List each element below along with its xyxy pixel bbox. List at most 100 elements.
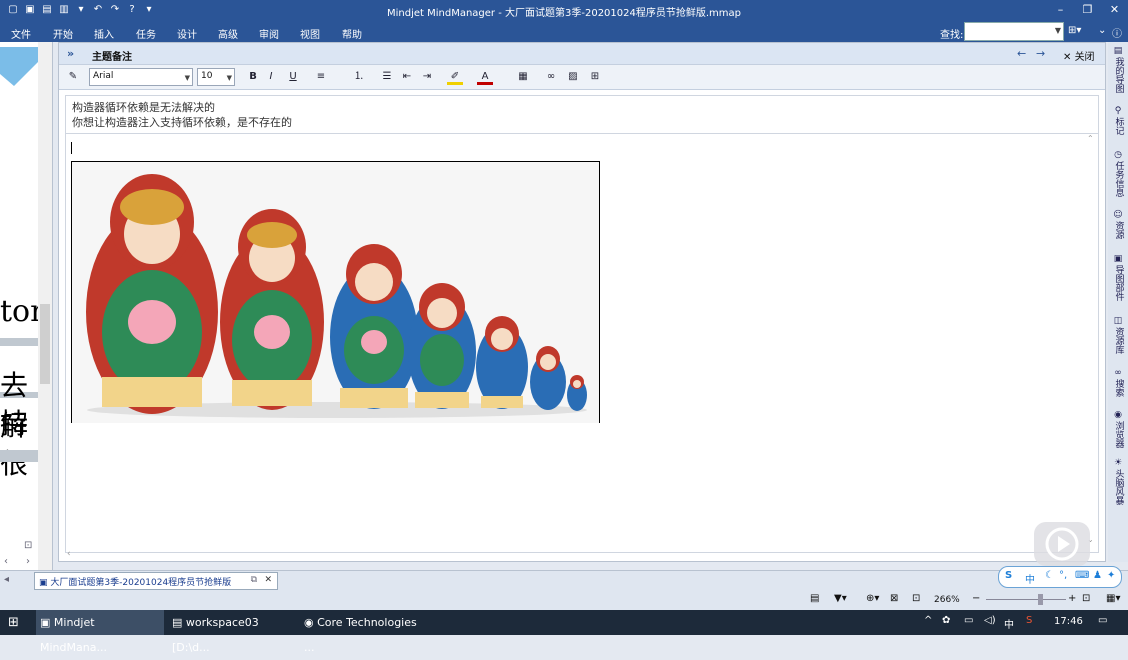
table-icon[interactable]: ▦	[515, 69, 531, 85]
highlight-icon[interactable]: ✐	[447, 69, 463, 85]
menu-review[interactable]: 审阅	[259, 26, 279, 41]
sidebar-markers[interactable]: ⚲ 标记	[1110, 106, 1126, 146]
minimize-icon[interactable]: –	[1047, 0, 1074, 21]
punctuation-icon[interactable]: °,	[1059, 570, 1067, 581]
zoom-level: 266%	[934, 595, 960, 605]
close-icon[interactable]: ✕	[264, 575, 272, 585]
ribbon-collapse-icon[interactable]: ⌄	[1098, 25, 1106, 36]
outdent-icon[interactable]: ⇤	[399, 69, 415, 85]
notes-editor[interactable]: 构造器循环依赖是无法解决的 你想让构造器注入支持循环依赖，是不存在的 ⌃ ⌄	[65, 95, 1099, 553]
underline-icon[interactable]: U	[285, 69, 301, 85]
scroll-left-icon[interactable]: ‹	[67, 549, 71, 559]
user-icon[interactable]: ♟	[1093, 570, 1102, 581]
matryoshka-image[interactable]	[71, 161, 600, 423]
page-icon[interactable]: ▤	[810, 593, 819, 604]
zoom-out-icon[interactable]: −	[972, 593, 980, 604]
scroll-right-icon[interactable]: ›	[26, 556, 30, 567]
task-pane-sidebar: ▤ 我的导图 ⚲ 标记 ◷ 任务信息 ☺ 资源 ▣ 导图部件 ◫ 资源库 ∞ 搜索 ◉ 浏览器 …	[1108, 42, 1128, 562]
document-tab[interactable]: ▣ 大厂面试题第3季-20201024程序员节抢鲜版 ⧉ ✕	[34, 572, 278, 590]
menu-help[interactable]: 帮助	[342, 26, 362, 41]
search-input[interactable]: ▼	[964, 22, 1064, 41]
align-icon[interactable]: ≡	[313, 69, 329, 85]
menu-file[interactable]: 文件	[11, 26, 31, 41]
menu-view[interactable]: 视图	[300, 26, 320, 41]
search-options-icon[interactable]: ⊞▾	[1068, 25, 1081, 36]
tray-app-icon[interactable]: ✿	[942, 615, 950, 626]
focus-icon[interactable]: ⊕▾	[866, 593, 879, 604]
taskbar-app-mindjet[interactable]: ▣ Mindjet MindMana...	[36, 610, 164, 654]
keyboard-icon[interactable]: ⌨	[1075, 570, 1089, 581]
view-icon[interactable]: ⊡	[912, 593, 920, 604]
ime-indicator[interactable]: 中	[1004, 616, 1014, 631]
sidebar-search[interactable]: ∞ 搜索	[1110, 368, 1126, 408]
zoom-slider[interactable]	[986, 599, 1066, 600]
insert-object-icon[interactable]: ⊞	[587, 69, 603, 85]
indent-icon[interactable]: ⇥	[419, 69, 435, 85]
windows-start-icon[interactable]: ⊞	[8, 615, 19, 630]
collapse-icon[interactable]: ⊡	[24, 540, 32, 551]
sidebar-task-info[interactable]: ◷ 任务信息	[1110, 150, 1126, 206]
menu-home[interactable]: 开始	[53, 26, 73, 41]
tray-up-icon[interactable]: ^	[924, 615, 932, 626]
bold-icon[interactable]: B	[245, 69, 261, 85]
scroll-left-icon[interactable]: ‹	[4, 556, 8, 567]
image-icon[interactable]: ▨	[565, 69, 581, 85]
scroll-thumb[interactable]	[40, 304, 50, 384]
menu-design[interactable]: 设计	[177, 26, 197, 41]
forward-arrow-icon[interactable]: →	[1036, 47, 1045, 60]
font-size-select[interactable]: 10 ▼	[197, 68, 235, 86]
restore-icon[interactable]: ❐	[1074, 0, 1101, 21]
sogou-tray-icon[interactable]: S	[1026, 615, 1032, 626]
expand-icon[interactable]: »	[67, 47, 74, 60]
moon-icon[interactable]: ☾	[1045, 570, 1054, 581]
filter-icon[interactable]: ▼▾	[834, 593, 847, 604]
italic-icon[interactable]: I	[263, 69, 279, 85]
video-play-overlay[interactable]	[1034, 522, 1090, 566]
float-icon[interactable]: ⧉	[251, 575, 257, 585]
sidebar-browser[interactable]: ◉ 浏览器	[1110, 410, 1126, 456]
tab-scroll-left-icon[interactable]: ◂	[4, 574, 9, 585]
sidebar-my-maps[interactable]: ▤ 我的导图	[1110, 46, 1126, 100]
network-icon[interactable]: ▭	[964, 615, 973, 626]
numbered-list-icon[interactable]: ⒈	[351, 69, 367, 85]
zoom-slider-thumb[interactable]	[1038, 594, 1043, 605]
sidebar-resources[interactable]: ☺ 资源	[1110, 210, 1126, 250]
sidebar-map-parts[interactable]: ▣ 导图部件	[1110, 254, 1126, 314]
layout-icon[interactable]: ▦▾	[1106, 593, 1120, 604]
sidebar-brainstorm[interactable]: ☀ 头脑风暴	[1110, 458, 1126, 514]
format-painter-icon[interactable]: ✎	[65, 69, 81, 85]
sogou-icon[interactable]: S	[1005, 570, 1012, 581]
taskbar-app-workspace[interactable]: ▤ workspace03 [D:\d...	[168, 610, 296, 654]
menu-advanced[interactable]: 高级	[218, 26, 238, 41]
tools-icon[interactable]: ✦	[1107, 570, 1115, 581]
notification-icon[interactable]: ▭	[1098, 615, 1107, 626]
sidebar-label: 导图部件	[1113, 265, 1124, 301]
zoom-in-icon[interactable]: +	[1068, 593, 1076, 604]
help-circle-icon[interactable]: ⓘ	[1112, 25, 1122, 40]
taskbar-app-chrome[interactable]: ◉ Core Technologies ...	[300, 610, 428, 654]
close-notes-button[interactable]: ✕ 关闭	[1063, 48, 1095, 63]
editor-scrollbar[interactable]: ⌃ ⌄	[1086, 134, 1098, 544]
ime-mode[interactable]: 中	[1025, 571, 1035, 586]
volume-icon[interactable]: ◁)	[984, 615, 996, 626]
sidebar-library[interactable]: ◫ 资源库	[1110, 316, 1126, 366]
chevron-down-icon[interactable]: ▼	[1055, 26, 1061, 35]
fit-page-icon[interactable]: ⊡	[1082, 593, 1090, 604]
chevron-down-icon: ▼	[184, 74, 190, 82]
sidebar-label: 搜索	[1113, 379, 1124, 397]
font-family-select[interactable]: Arial ▼	[89, 68, 193, 86]
menu-insert[interactable]: 插入	[94, 26, 114, 41]
bullet-list-icon[interactable]: ☰	[379, 69, 395, 85]
link-icon[interactable]: ∞	[543, 69, 559, 85]
map-scrollbar[interactable]	[38, 42, 52, 574]
font-color-icon[interactable]: A	[477, 69, 493, 85]
menu-task[interactable]: 任务	[136, 26, 156, 41]
scroll-up-icon[interactable]: ⌃	[1087, 134, 1094, 143]
clock[interactable]: 17:46	[1054, 616, 1083, 627]
fit-map-icon[interactable]: ⊠	[890, 593, 898, 604]
back-arrow-icon[interactable]: ←	[1017, 47, 1026, 60]
note-line-2: 你想让构造器注入支持循环依赖，是不存在的	[72, 116, 292, 129]
close-icon[interactable]: ✕	[1101, 0, 1128, 21]
search-label: 查找:	[940, 30, 964, 41]
sidebar-label: 资源	[1113, 221, 1124, 239]
